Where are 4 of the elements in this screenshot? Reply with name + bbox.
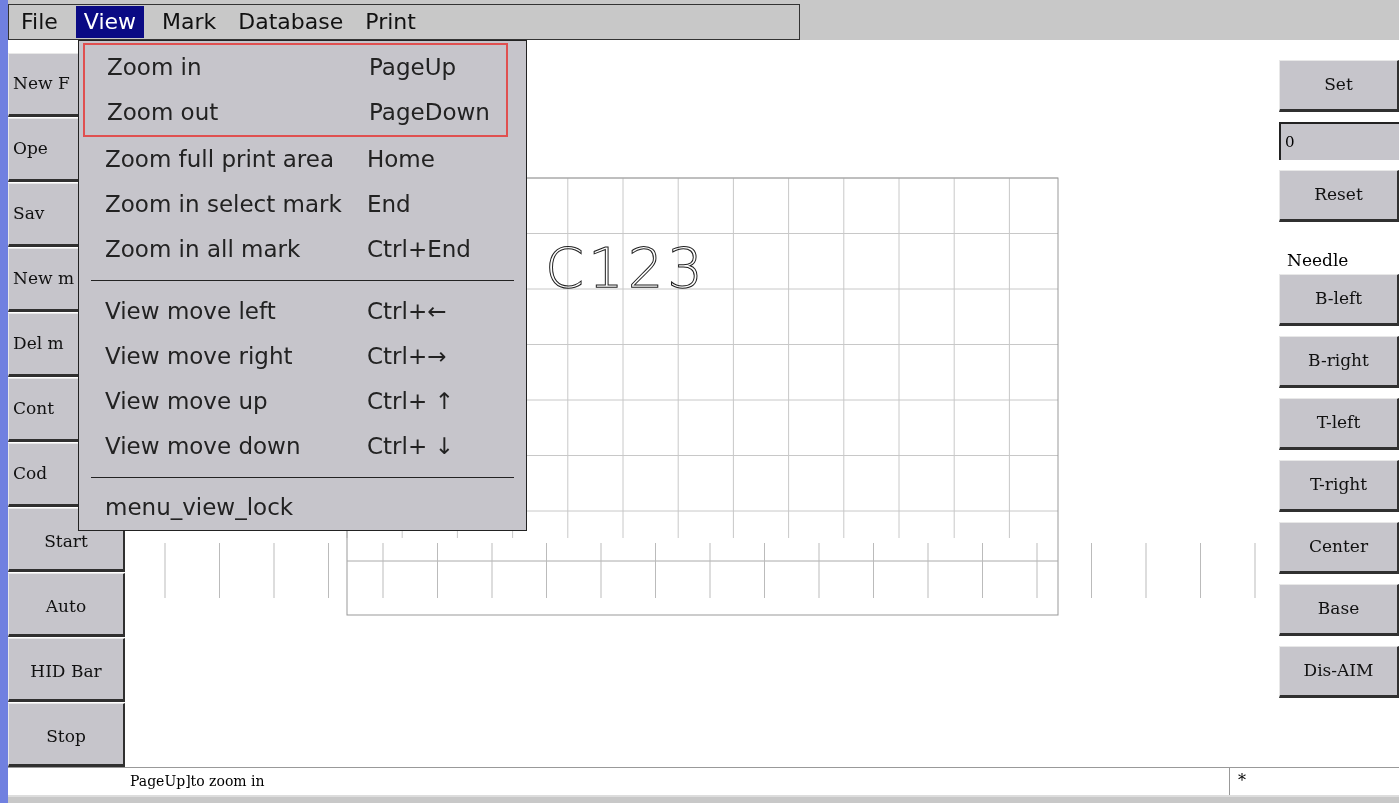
mark-text: C123 (545, 240, 707, 296)
status-indicator: * (1229, 768, 1399, 795)
needle-label: Needle (1286, 249, 1350, 272)
status-message: PageUp]to zoom in (129, 771, 266, 791)
